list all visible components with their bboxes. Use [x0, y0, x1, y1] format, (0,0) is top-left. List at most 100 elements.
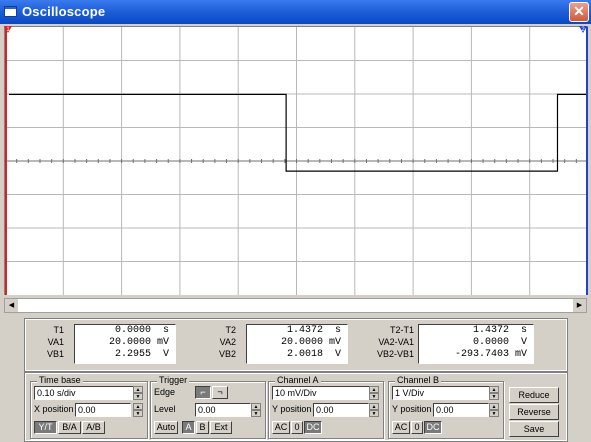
t2-label: T2 — [225, 325, 236, 335]
window-icon — [4, 6, 17, 17]
scope-display — [5, 27, 588, 295]
spin-up-icon[interactable]: ▲ — [133, 386, 143, 393]
channel-a-scale-field[interactable]: 10 mV/Div — [272, 386, 370, 400]
spin-up-icon[interactable]: ▲ — [489, 403, 499, 410]
spin-up-icon[interactable]: ▲ — [251, 403, 261, 410]
trigger-b-button[interactable]: B — [196, 421, 209, 434]
spin-down-icon[interactable]: ▼ — [489, 393, 499, 400]
channel-b-ypos-field[interactable]: 0.00 — [433, 403, 489, 417]
channel-a-scale-spinner[interactable]: ▲ ▼ — [369, 386, 379, 400]
t2-t1-label: T2-T1 — [389, 325, 414, 335]
channel-a-ypos-field[interactable]: 0.00 — [313, 403, 369, 417]
level-spinner[interactable]: ▲ ▼ — [251, 403, 261, 417]
channel-b-ypos-spinner[interactable]: ▲ ▼ — [489, 403, 499, 417]
va2-va1-value: 0.0000 — [472, 337, 509, 348]
vb1-label: VB1 — [46, 349, 64, 359]
vb2-value: 2.0018 — [286, 349, 323, 360]
readout-diff-box: 1.4372 s 0.0000 V -293.7403 mV — [418, 324, 534, 364]
readout-panel: T1 VA1 VB1 0.0000 s 20.0000 mV 2.2955 V T2 … — [24, 318, 568, 372]
scroll-right-icon[interactable]: ▶ — [573, 299, 586, 312]
control-panel: Time base 0.10 s/div ▲ ▼ X position 0.00 … — [24, 372, 568, 442]
vb2-label: VB2 — [218, 349, 236, 359]
va2-va1-label: VA2-VA1 — [378, 337, 414, 347]
t1-value: 0.0000 — [114, 325, 151, 336]
spin-down-icon[interactable]: ▼ — [369, 410, 379, 417]
va2-va1-unit: V — [520, 337, 527, 348]
edge-label: Edge — [154, 387, 176, 397]
va2-label: VA2 — [219, 337, 236, 347]
va2-value: 20.0000 — [280, 337, 323, 348]
t1-unit: s — [162, 325, 169, 336]
timebase-title: Time base — [37, 375, 83, 385]
save-button[interactable]: Save — [509, 421, 559, 437]
readout-t2-box: 1.4372 s 20.0000 mV 2.0018 V — [246, 324, 348, 364]
scroll-left-icon[interactable]: ◀ — [5, 299, 18, 312]
t2-t1-unit: s — [520, 325, 527, 336]
timebase-scale-field[interactable]: 0.10 s/div — [34, 386, 134, 400]
channel-a-group: Channel A 10 mV/Div ▲ ▼ Y position 0.00 ▲… — [268, 375, 384, 439]
spin-up-icon[interactable]: ▲ — [133, 403, 143, 410]
channel-b-ypos-label: Y position — [392, 404, 432, 414]
channel-a-dc-button[interactable]: DC — [304, 421, 322, 434]
va1-unit: mV — [156, 337, 169, 348]
channel-a-ypos-spinner[interactable]: ▲ ▼ — [369, 403, 379, 417]
channel-b-scale-field[interactable]: 1 V/Div — [392, 386, 490, 400]
t2-value: 1.4372 — [286, 325, 323, 336]
spin-down-icon[interactable]: ▼ — [251, 410, 261, 417]
spin-down-icon[interactable]: ▼ — [133, 393, 143, 400]
channel-trace — [9, 93, 588, 172]
channel-b-dc-button[interactable]: DC — [424, 421, 442, 434]
vb2-vb1-label: VB2-VB1 — [376, 349, 414, 359]
level-field[interactable]: 0.00 — [195, 403, 251, 417]
vb2-vb1-value: -293.7403 — [454, 349, 509, 360]
t2-unit: s — [334, 325, 341, 336]
title-bar: Oscilloscope ✕ — [0, 0, 591, 24]
trigger-group: Trigger Edge ⌐ ¬ Level 0.00 ▲ ▼ Auto A B … — [150, 375, 266, 439]
channel-b-scale-spinner[interactable]: ▲ ▼ — [489, 386, 499, 400]
va2-unit: mV — [328, 337, 341, 348]
edge-rising-icon[interactable]: ⌐ — [195, 386, 211, 399]
xpos-label: X position — [34, 404, 74, 414]
trigger-a-button[interactable]: A — [182, 421, 195, 434]
channel-a-ypos-label: Y position — [272, 404, 312, 414]
mode-yt-button[interactable]: Y/T — [34, 421, 57, 434]
spin-up-icon[interactable]: ▲ — [369, 403, 379, 410]
spin-down-icon[interactable]: ▼ — [133, 410, 143, 417]
window-title: Oscilloscope — [22, 4, 106, 19]
xpos-field[interactable]: 0.00 — [75, 403, 131, 417]
timebase-scale-spinner[interactable]: ▲ ▼ — [133, 386, 143, 400]
spin-up-icon[interactable]: ▲ — [369, 386, 379, 393]
trigger-ext-button[interactable]: Ext — [210, 421, 232, 434]
spin-up-icon[interactable]: ▲ — [489, 386, 499, 393]
reduce-button[interactable]: Reduce — [509, 387, 559, 403]
reverse-button[interactable]: Reverse — [509, 404, 559, 420]
channel-a-ac-button[interactable]: AC — [272, 421, 290, 434]
vb2-vb1-unit: mV — [514, 349, 527, 360]
xpos-spinner[interactable]: ▲ ▼ — [133, 403, 143, 417]
horizontal-scrollbar[interactable]: ◀ ▶ — [4, 298, 587, 313]
channel-b-ac-button[interactable]: AC — [392, 421, 410, 434]
trigger-auto-button[interactable]: Auto — [154, 421, 178, 434]
va1-label: VA1 — [47, 337, 64, 347]
mode-ba-button[interactable]: B/A — [58, 421, 81, 434]
spin-down-icon[interactable]: ▼ — [489, 410, 499, 417]
vb1-unit: V — [162, 349, 169, 360]
level-label: Level — [154, 404, 176, 414]
va1-value: 20.0000 — [108, 337, 151, 348]
cursor-2-marker[interactable]: 2 — [579, 26, 587, 33]
channel-a-zero-button[interactable]: 0 — [291, 421, 303, 434]
spin-down-icon[interactable]: ▼ — [369, 393, 379, 400]
scope-screen — [4, 26, 588, 295]
readout-t1-box: 0.0000 s 20.0000 mV 2.2955 V — [74, 324, 176, 364]
channel-b-title: Channel B — [395, 375, 442, 385]
t2-t1-value: 1.4372 — [472, 325, 509, 336]
edge-falling-icon[interactable]: ¬ — [212, 386, 228, 399]
cursor-1-marker[interactable]: 1 — [4, 26, 12, 33]
channel-b-group: Channel B 1 V/Div ▲ ▼ Y position 0.00 ▲ ▼ … — [388, 375, 504, 439]
close-button[interactable]: ✕ — [569, 2, 589, 22]
channel-a-title: Channel A — [275, 375, 321, 385]
timebase-group: Time base 0.10 s/div ▲ ▼ X position 0.00 … — [30, 375, 148, 439]
channel-b-zero-button[interactable]: 0 — [411, 421, 423, 434]
t1-label: T1 — [53, 325, 64, 335]
mode-ab-button[interactable]: A/B — [82, 421, 105, 434]
